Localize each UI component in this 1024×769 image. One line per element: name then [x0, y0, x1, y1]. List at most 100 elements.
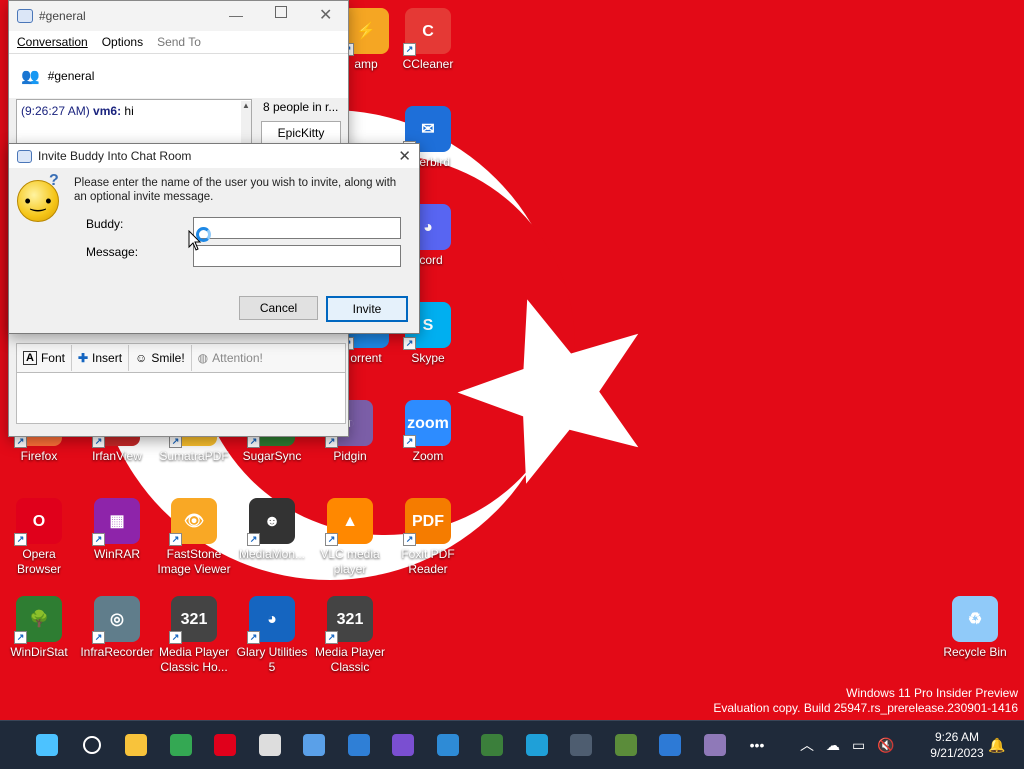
- notification-bell-icon[interactable]: 🔔: [988, 721, 1005, 769]
- opera-icon[interactable]: [209, 729, 241, 761]
- notepad-icon-glyph: [303, 734, 325, 756]
- desktop-icon-glary-utilities-5[interactable]: ◕ ↗ Glary Utilities 5: [233, 596, 311, 675]
- start-icon-glyph: [36, 734, 58, 756]
- font-button[interactable]: A Font: [17, 345, 72, 371]
- menu-send-to[interactable]: Send To: [157, 35, 201, 49]
- font-icon: A: [23, 351, 37, 365]
- desktop-icon-zoom[interactable]: zoom ↗ Zoom: [389, 400, 467, 464]
- desktop-icon-media-player-classic[interactable]: 321 ↗ Media Player Classic: [311, 596, 389, 675]
- shortcut-arrow-icon: ↗: [14, 631, 27, 644]
- room-header: 👥 #general: [9, 53, 348, 98]
- chrome-icon-glyph: [169, 734, 192, 756]
- close-button[interactable]: ✕: [319, 5, 332, 25]
- desktop-icon-ccleaner[interactable]: C ↗ CCleaner: [389, 8, 467, 72]
- watermark-line-2: Evaluation copy. Build 25947.rs_prerelea…: [713, 701, 1018, 715]
- desktop-icon-windirstat[interactable]: 🌳 ↗ WinDirStat: [0, 596, 78, 660]
- edge-icon[interactable]: [521, 729, 553, 761]
- solitaire-icon[interactable]: [476, 729, 508, 761]
- minimize-button[interactable]: —: [229, 7, 243, 23]
- app-icon: zoom ↗: [403, 400, 451, 448]
- shortcut-arrow-icon: ↗: [92, 631, 105, 644]
- start-icon[interactable]: [31, 729, 63, 761]
- desktop-icon-label: Pidgin: [333, 449, 367, 463]
- menu-conversation[interactable]: Conversation: [17, 35, 88, 49]
- chat-window-title: #general: [39, 9, 86, 23]
- clock-app-icon[interactable]: [254, 729, 286, 761]
- desktop-icon-label: SumatraPDF: [159, 449, 229, 463]
- desktop-icon-label: CCleaner: [402, 57, 454, 71]
- search-icon[interactable]: [76, 729, 108, 761]
- windirstat-icon[interactable]: [610, 729, 642, 761]
- message-label: Message:: [86, 245, 139, 259]
- dialog-close-button[interactable]: ✕: [398, 147, 411, 165]
- invite-dialog-title: Invite Buddy Into Chat Room: [38, 149, 192, 163]
- smile-button[interactable]: ☺ Smile!: [129, 345, 192, 371]
- remote-desktop-icon[interactable]: [654, 729, 686, 761]
- insert-button[interactable]: ✚ Insert: [72, 345, 130, 371]
- shortcut-arrow-icon: ↗: [169, 533, 182, 546]
- taskbar: ••• ︿ ☁ ▭ 🔇 9:26 AM 9/21/2023 🔔: [0, 720, 1024, 769]
- desktop-icon-label: Media Player Classic: [314, 645, 386, 674]
- user-list-item[interactable]: EpicKitty: [261, 121, 341, 145]
- chat-app-icon: [17, 9, 33, 23]
- desktop-icon-label: VLC media player: [320, 547, 380, 576]
- clipchamp-icon[interactable]: [387, 729, 419, 761]
- maximize-button[interactable]: [275, 6, 287, 18]
- onedrive-icon[interactable]: ☁: [826, 737, 840, 754]
- chevron-up-icon[interactable]: ︿: [800, 735, 814, 755]
- menu-options[interactable]: Options: [102, 35, 143, 49]
- desktop-icon-label: WinDirStat: [10, 645, 68, 659]
- invite-button[interactable]: Invite: [326, 296, 408, 322]
- calculator-icon[interactable]: [565, 729, 597, 761]
- app-icon: O ↗: [14, 498, 62, 546]
- more-apps-button[interactable]: •••: [741, 729, 773, 761]
- pidgin-icon[interactable]: [699, 729, 731, 761]
- app-icon: PDF ↗: [403, 498, 451, 546]
- desktop-icon-label: Opera Browser: [16, 547, 61, 576]
- clock-app-icon-glyph: [258, 734, 281, 756]
- desktop-icon-media-player-classic-ho[interactable]: 321 ↗ Media Player Classic Ho...: [155, 596, 233, 675]
- app-icon: ⚡↗: [341, 8, 389, 56]
- volume-muted-icon[interactable]: 🔇: [877, 737, 894, 754]
- notepad-icon[interactable]: [298, 729, 330, 761]
- network-icon[interactable]: ▭: [852, 737, 865, 754]
- people-count: 8 people in r...: [263, 100, 339, 114]
- media-player-icon[interactable]: [432, 729, 464, 761]
- message-input[interactable]: [193, 245, 401, 267]
- shortcut-arrow-icon: ↗: [247, 533, 260, 546]
- app-icon: ♻: [952, 596, 998, 642]
- buddy-input[interactable]: [193, 217, 401, 239]
- file-explorer-icon[interactable]: [120, 729, 152, 761]
- desktop-icon-faststone-image-viewer[interactable]: 👁 ↗ FastStone Image Viewer: [155, 498, 233, 577]
- message-log: (9:26:27 AM) vm6: hi: [16, 99, 252, 149]
- buddy-label: Buddy:: [86, 217, 124, 231]
- shortcut-arrow-icon: ↗: [403, 435, 416, 448]
- compose-area[interactable]: [16, 372, 346, 424]
- chrome-icon[interactable]: [165, 729, 197, 761]
- desktop-icon-opera-browser[interactable]: O ↗ Opera Browser: [0, 498, 78, 577]
- desktop-icon-winrar[interactable]: ▦ ↗ WinRAR: [78, 498, 156, 562]
- attention-icon: ◍: [197, 351, 209, 365]
- calculator-icon-glyph: [570, 734, 592, 756]
- shortcut-arrow-icon: ↗: [92, 533, 105, 546]
- shortcut-arrow-icon: ↗: [14, 533, 27, 546]
- people-icon: 👥: [21, 68, 40, 85]
- attention-button[interactable]: ◍ Attention!: [192, 345, 269, 371]
- busy-ring-icon: [196, 227, 211, 242]
- system-tray: ︿ ☁ ▭ 🔇: [800, 721, 895, 769]
- media-player-icon-glyph: [436, 734, 459, 756]
- desktop-icon-infrarecorder[interactable]: ◎ ↗ InfraRecorder: [78, 596, 156, 660]
- clock[interactable]: 9:26 AM 9/21/2023: [920, 721, 994, 769]
- font-label: Font: [40, 351, 65, 365]
- shortcut-arrow-icon: ↗: [325, 631, 338, 644]
- mail-icon[interactable]: [343, 729, 375, 761]
- desktop-icon-vlc-media-player[interactable]: ▲ ↗ VLC media player: [311, 498, 389, 577]
- message-text: hi: [124, 104, 134, 118]
- desktop-icon-label: Foxit PDF Reader: [401, 547, 455, 576]
- mail-icon-glyph: [347, 734, 370, 756]
- desktop-icon-recycle-bin[interactable]: ♻ Recycle Bin: [936, 596, 1014, 660]
- message-scrollbar[interactable]: ▲: [241, 101, 251, 147]
- desktop-icon-foxit-pdf-reader[interactable]: PDF ↗ Foxit PDF Reader: [389, 498, 467, 577]
- desktop-icon-mediamon[interactable]: ☻ ↗ MediaMon...: [233, 498, 311, 562]
- cancel-button[interactable]: Cancel: [239, 296, 318, 320]
